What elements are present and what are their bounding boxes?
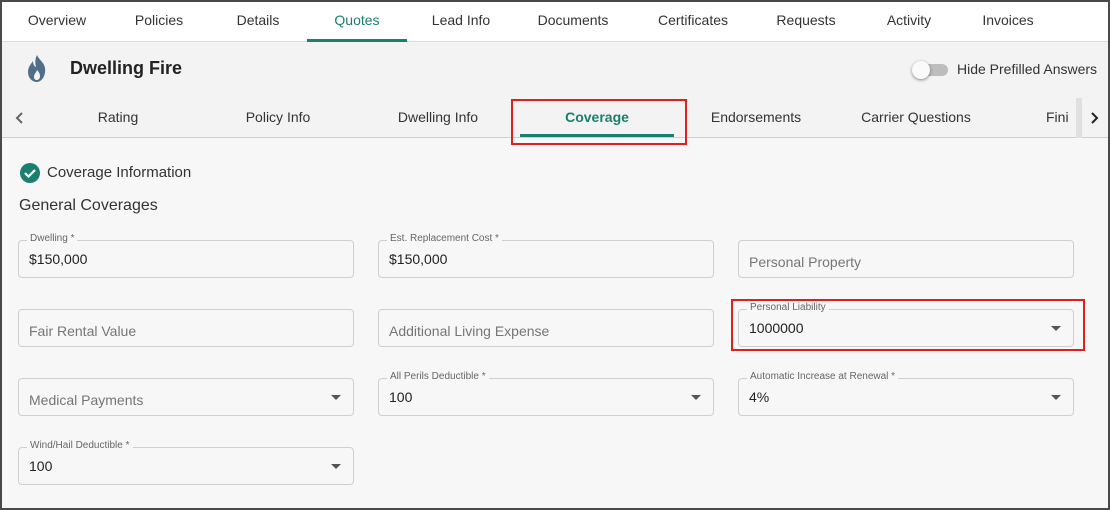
nav-quotes[interactable]: Quotes (307, 2, 407, 42)
wind-hail-deductible-label: Wind/Hail Deductible * (27, 440, 133, 451)
automatic-increase-select[interactable]: Automatic Increase at Renewal * 4% (738, 371, 1074, 416)
chevron-down-icon (331, 464, 341, 469)
additional-living-expense-field[interactable]: Additional Living Expense (378, 309, 714, 347)
dwelling-field[interactable]: Dwelling * $150,000 (18, 233, 354, 278)
quote-subtabs: Rating Policy Info Dwelling Info Coverag… (2, 98, 1108, 138)
wind-hail-deductible-select[interactable]: Wind/Hail Deductible * 100 (18, 440, 354, 485)
page-header: Dwelling Fire Hide Prefilled Answers (2, 42, 1108, 98)
personal-property-placeholder: Personal Property (749, 254, 862, 270)
app-window: Overview Policies Details Quotes Lead In… (0, 0, 1110, 510)
nav-invoices[interactable]: Invoices (975, 2, 1041, 42)
personal-liability-label: Personal Liability (747, 302, 829, 313)
tab-coverage[interactable]: Coverage (514, 98, 680, 138)
hide-prefilled-label: Hide Prefilled Answers (957, 61, 1098, 77)
personal-property-field[interactable]: Personal Property (738, 240, 1074, 278)
automatic-increase-label: Automatic Increase at Renewal * (747, 371, 899, 382)
nav-activity[interactable]: Activity (878, 2, 940, 42)
fair-rental-value-field[interactable]: Fair Rental Value (18, 309, 354, 347)
chevron-right-icon[interactable] (1082, 98, 1106, 138)
dwelling-label: Dwelling * (27, 233, 78, 244)
nav-details[interactable]: Details (226, 2, 290, 42)
nav-lead-info[interactable]: Lead Info (422, 2, 500, 42)
page-title: Dwelling Fire (70, 58, 183, 78)
all-perils-deductible-value: 100 (389, 389, 413, 405)
tab-finish[interactable]: Fini (1046, 98, 1076, 138)
check-circle-icon (20, 163, 40, 183)
all-perils-deductible-select[interactable]: All Perils Deductible * 100 (378, 371, 714, 416)
fair-rental-value-placeholder: Fair Rental Value (29, 323, 137, 339)
personal-liability-select[interactable]: Personal Liability 1000000 (738, 302, 1074, 347)
nav-policies[interactable]: Policies (124, 2, 194, 42)
tab-rating[interactable]: Rating (78, 98, 158, 138)
tab-scroll-divider (1076, 98, 1082, 138)
chevron-left-icon[interactable] (8, 98, 32, 138)
wind-hail-deductible-value: 100 (29, 458, 53, 474)
dwelling-value: $150,000 (29, 251, 88, 267)
medical-payments-placeholder: Medical Payments (29, 392, 144, 408)
chevron-down-icon (691, 395, 701, 400)
personal-liability-value: 1000000 (749, 320, 804, 336)
section-title: Coverage Information (47, 164, 192, 181)
est-replacement-cost-label: Est. Replacement Cost * (387, 233, 502, 244)
est-replacement-cost-field[interactable]: Est. Replacement Cost * $150,000 (378, 233, 714, 278)
all-perils-deductible-label: All Perils Deductible * (387, 371, 489, 382)
tab-policy-info[interactable]: Policy Info (232, 98, 324, 138)
nav-overview[interactable]: Overview (16, 2, 98, 42)
nav-certificates[interactable]: Certificates (648, 2, 738, 42)
chevron-down-icon (331, 395, 341, 400)
medical-payments-select[interactable]: Medical Payments (18, 378, 354, 416)
chevron-down-icon (1051, 326, 1061, 331)
nav-requests[interactable]: Requests (768, 2, 844, 42)
top-navigation: Overview Policies Details Quotes Lead In… (2, 2, 1108, 42)
tab-carrier-questions[interactable]: Carrier Questions (850, 98, 982, 138)
tab-endorsements[interactable]: Endorsements (702, 98, 810, 138)
flame-icon (28, 55, 46, 82)
est-replacement-cost-value: $150,000 (389, 251, 448, 267)
automatic-increase-value: 4% (749, 389, 770, 405)
tab-dwelling-info[interactable]: Dwelling Info (387, 98, 489, 138)
hide-prefilled-toggle[interactable] (912, 61, 950, 79)
group-title: General Coverages (19, 197, 158, 214)
additional-living-expense-placeholder: Additional Living Expense (389, 323, 550, 339)
chevron-down-icon (1051, 395, 1061, 400)
nav-documents[interactable]: Documents (528, 2, 618, 42)
toggle-knob (912, 61, 930, 79)
